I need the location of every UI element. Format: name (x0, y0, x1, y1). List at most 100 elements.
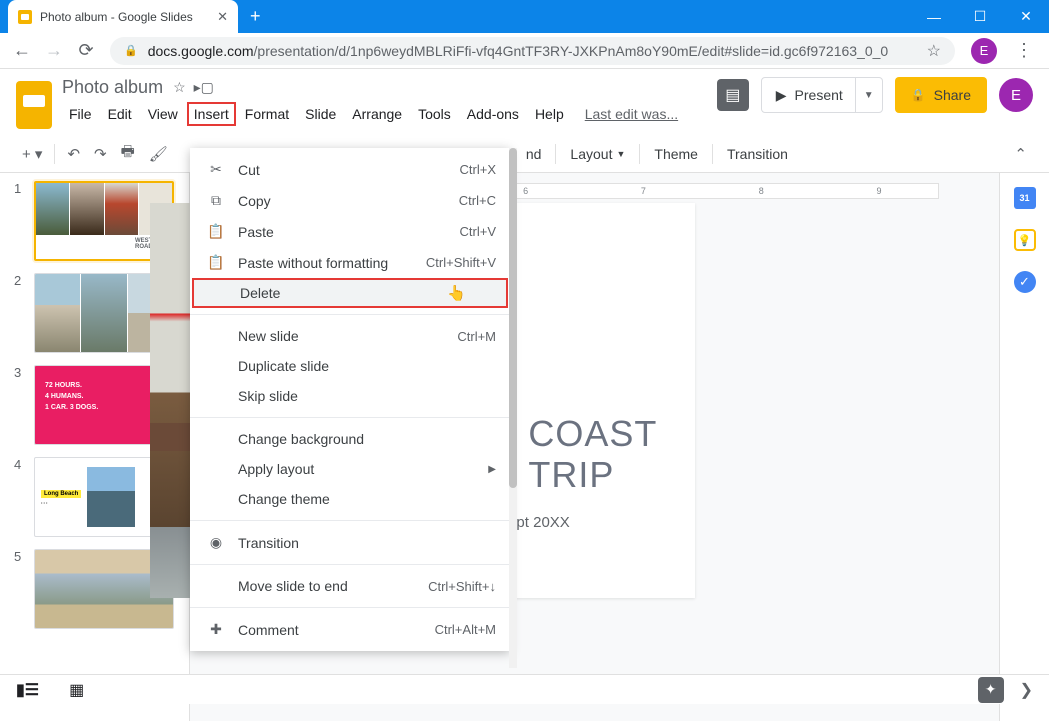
slides-favicon (18, 10, 32, 24)
forward-button[interactable]: → (40, 37, 68, 65)
window-titlebar: Photo album - Google Slides ✕ + — ☐ ✕ (0, 0, 1049, 33)
app-header: Photo album ☆ ▸▢ File Edit View Insert F… (0, 69, 1049, 129)
separator (712, 144, 713, 164)
cm-paste[interactable]: 📋PasteCtrl+V (190, 216, 510, 247)
cm-copy[interactable]: ⧉CopyCtrl+C (190, 185, 510, 216)
cm-duplicate[interactable]: Duplicate slide (190, 351, 510, 381)
chevron-right-icon: ▶ (488, 464, 496, 475)
tasks-icon[interactable]: ✓ (1014, 271, 1036, 293)
slides-logo-icon[interactable] (16, 81, 52, 129)
tab-close-icon[interactable]: ✕ (217, 9, 228, 25)
maximize-button[interactable]: ☐ (957, 0, 1003, 33)
bookmark-star-icon[interactable]: ☆ (927, 41, 941, 61)
url-text: docs.google.com/presentation/d/1np6weydM… (148, 43, 927, 59)
explore-button[interactable]: ✦ (978, 677, 1004, 703)
separator (190, 607, 510, 608)
scrollbar[interactable] (509, 148, 517, 668)
menu-slide[interactable]: Slide (298, 102, 343, 126)
cm-new-slide[interactable]: New slideCtrl+M (190, 321, 510, 351)
cm-comment[interactable]: ✚CommentCtrl+Alt+M (190, 614, 510, 645)
menu-tools[interactable]: Tools (411, 102, 458, 126)
back-button[interactable]: ← (8, 37, 36, 65)
thumb-number: 3 (14, 365, 24, 445)
reload-button[interactable]: ⟳ (72, 37, 100, 65)
close-button[interactable]: ✕ (1003, 0, 1049, 33)
chrome-menu-icon[interactable]: ⋮ (1007, 40, 1041, 61)
cm-change-theme[interactable]: Change theme (190, 484, 510, 514)
cm-cut[interactable]: ✂CutCtrl+X (190, 154, 510, 185)
present-button-group: ▶ Present ▼ (761, 77, 883, 113)
paste-nf-icon: 📋 (204, 254, 228, 271)
cm-transition[interactable]: ◉Transition (190, 527, 510, 558)
calendar-icon[interactable] (1014, 187, 1036, 209)
separator (190, 314, 510, 315)
menu-format[interactable]: Format (238, 102, 296, 126)
filmstrip-view-icon[interactable]: ▮☰ (16, 680, 39, 700)
undo-button[interactable]: ↶ (61, 141, 86, 167)
cm-apply-layout[interactable]: Apply layout▶ (190, 454, 510, 484)
background-button[interactable]: nd (518, 142, 550, 166)
expand-icon[interactable]: ❯ (1020, 680, 1033, 700)
header-actions: ▤ ▶ Present ▼ 🔒 Share E (717, 77, 1033, 113)
window-controls: — ☐ ✕ (911, 0, 1049, 33)
paint-format-button[interactable]: 🖌 (143, 141, 174, 167)
last-edit-link[interactable]: Last edit was... (585, 106, 678, 122)
lock-icon: 🔒 (124, 44, 138, 57)
layout-button[interactable]: Layout▼ (562, 142, 633, 166)
cm-paste-nf[interactable]: 📋Paste without formattingCtrl+Shift+V (190, 247, 510, 278)
comment-icon: ✚ (204, 621, 228, 638)
menubar: File Edit View Insert Format Slide Arran… (62, 102, 717, 126)
main-area: 1 WEST COAROAD TRIP 2 3 (0, 173, 1049, 721)
present-label: Present (795, 87, 843, 103)
tab-title: Photo album - Google Slides (40, 10, 193, 24)
thumb-number: 1 (14, 181, 24, 261)
toolbar: + ▾ ↶ ↷ 🖶 🖌 nd Layout▼ Theme Transition … (0, 135, 1049, 173)
print-button[interactable]: 🖶 (115, 137, 141, 170)
footer: ▮☰ ▦ ✦ ❯ (0, 674, 1049, 704)
browser-toolbar: ← → ⟳ 🔒 docs.google.com/presentation/d/1… (0, 33, 1049, 69)
separator (190, 417, 510, 418)
new-slide-button[interactable]: + ▾ (16, 141, 48, 167)
cm-change-bg[interactable]: Change background (190, 424, 510, 454)
theme-button[interactable]: Theme (646, 142, 706, 166)
separator (54, 144, 55, 164)
redo-button[interactable]: ↷ (88, 141, 113, 167)
thumb-number: 5 (14, 549, 24, 629)
cut-icon: ✂ (204, 161, 228, 178)
cm-skip[interactable]: Skip slide (190, 381, 510, 411)
chrome-profile-avatar[interactable]: E (971, 38, 997, 64)
keep-icon[interactable] (1014, 229, 1036, 251)
menu-file[interactable]: File (62, 102, 99, 126)
separator (555, 144, 556, 164)
menu-edit[interactable]: Edit (101, 102, 139, 126)
thumb-number: 2 (14, 273, 24, 353)
transition-button[interactable]: Transition (719, 142, 796, 166)
menu-view[interactable]: View (141, 102, 185, 126)
side-panel: ✓ (999, 173, 1049, 721)
lock-icon: 🔒 (911, 88, 926, 102)
comments-button[interactable]: ▤ (717, 79, 749, 111)
cm-delete[interactable]: Delete👆 (192, 278, 508, 308)
share-button[interactable]: 🔒 Share (895, 77, 987, 113)
menu-help[interactable]: Help (528, 102, 571, 126)
new-tab-button[interactable]: + (250, 6, 261, 27)
present-dropdown-button[interactable]: ▼ (855, 78, 882, 112)
menu-addons[interactable]: Add-ons (460, 102, 526, 126)
cursor-icon: 👆 (447, 284, 466, 302)
address-bar[interactable]: 🔒 docs.google.com/presentation/d/1np6wey… (110, 37, 955, 65)
present-button[interactable]: ▶ Present (762, 87, 855, 104)
browser-tab[interactable]: Photo album - Google Slides ✕ (8, 0, 238, 33)
grid-view-icon[interactable]: ▦ (69, 680, 84, 700)
move-document-icon[interactable]: ▸▢ (194, 79, 214, 96)
paste-icon: 📋 (204, 223, 228, 240)
minimize-button[interactable]: — (911, 0, 957, 33)
collapse-toolbar-button[interactable]: ⌃ (1008, 141, 1033, 167)
copy-icon: ⧉ (204, 192, 228, 209)
menu-arrange[interactable]: Arrange (345, 102, 409, 126)
menu-insert[interactable]: Insert (187, 102, 236, 126)
cm-move-end[interactable]: Move slide to endCtrl+Shift+↓ (190, 571, 510, 601)
document-title[interactable]: Photo album (62, 77, 163, 98)
user-avatar[interactable]: E (999, 78, 1033, 112)
star-document-icon[interactable]: ☆ (173, 79, 186, 96)
separator (190, 520, 510, 521)
